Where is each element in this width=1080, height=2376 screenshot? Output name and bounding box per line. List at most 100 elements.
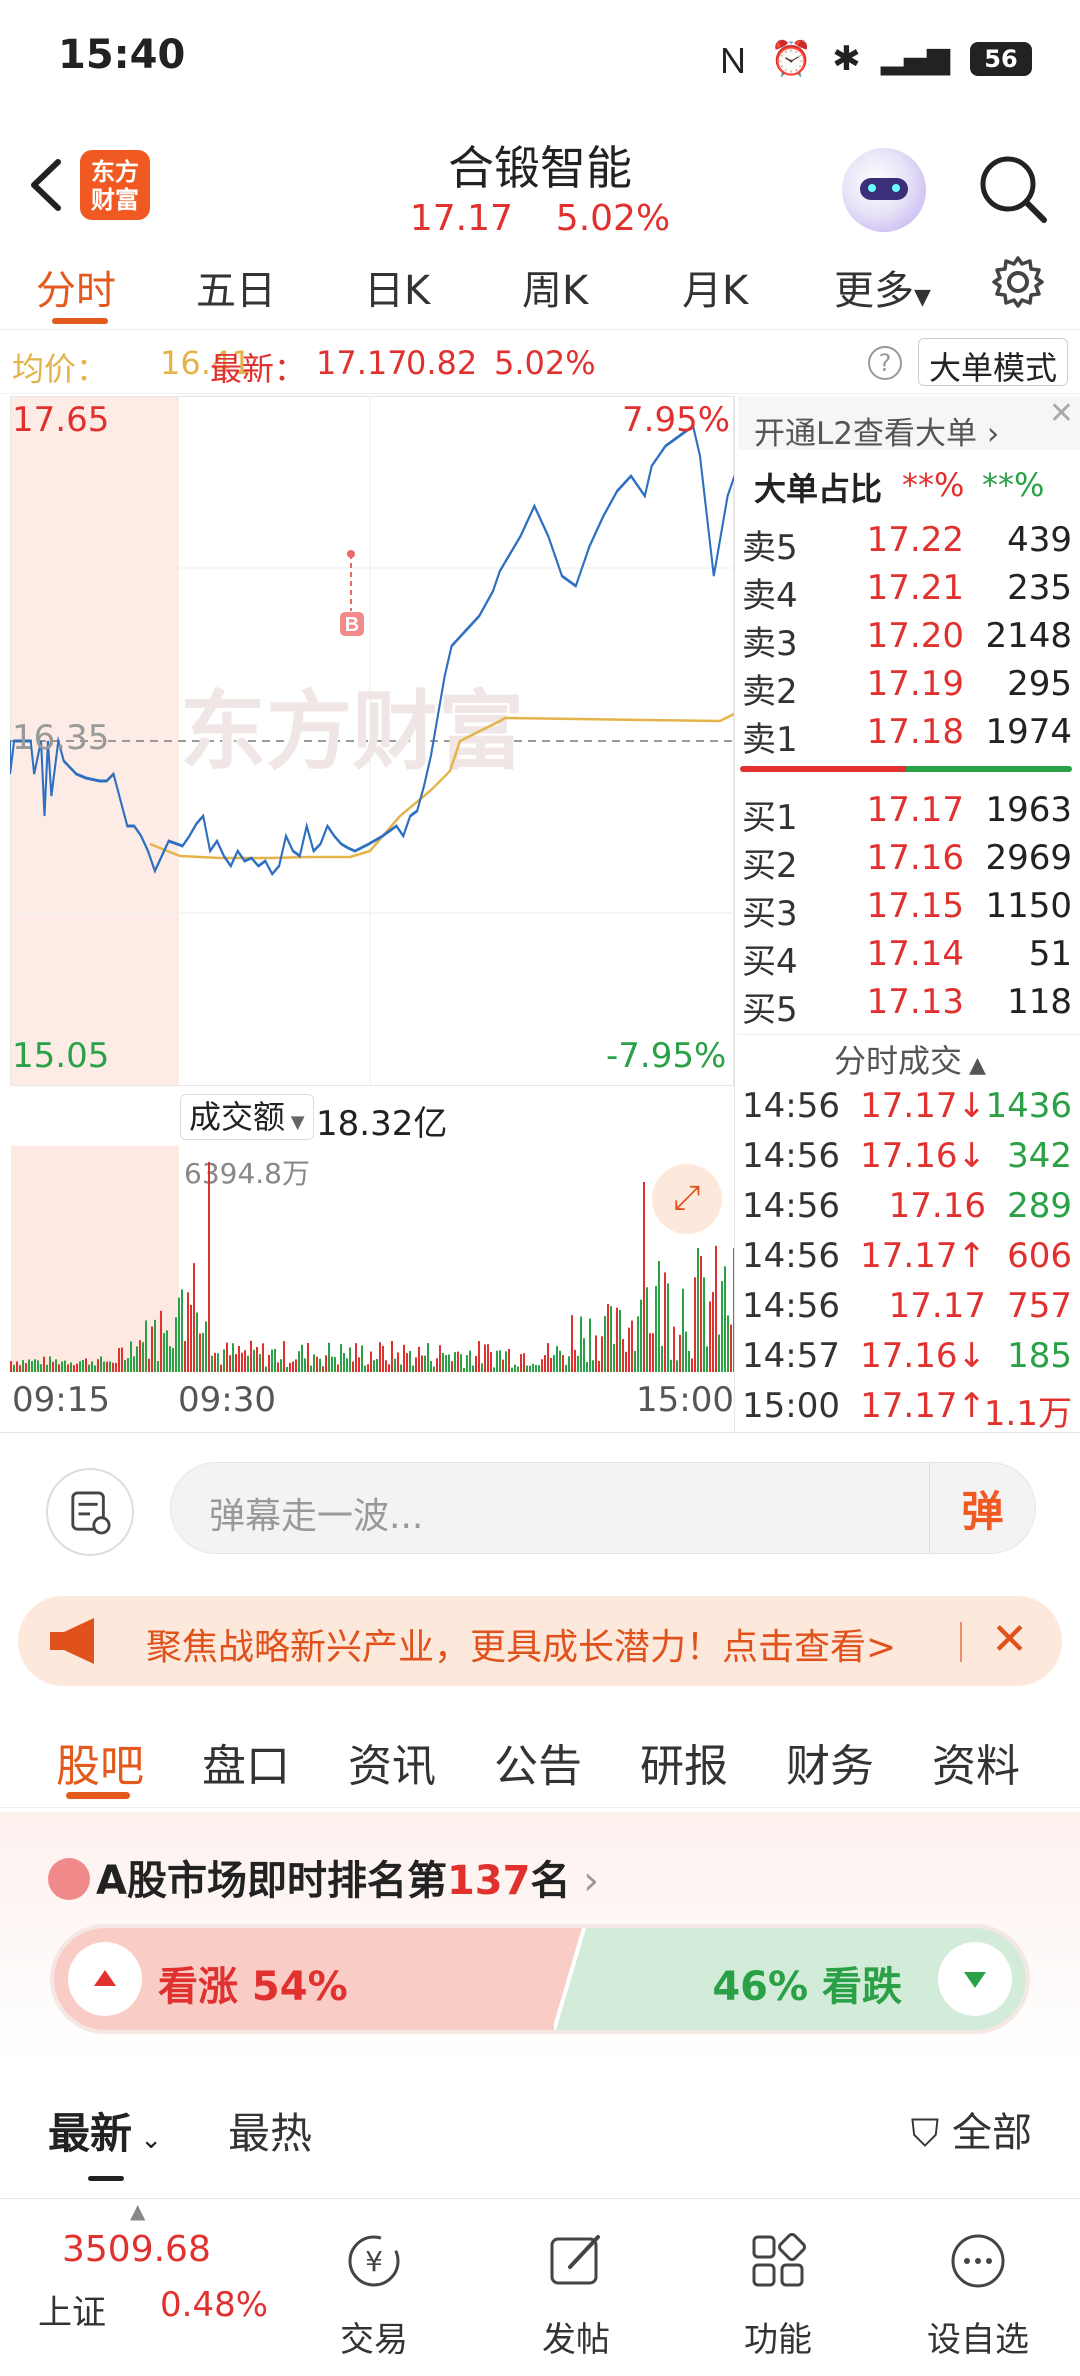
filter-button[interactable]: ⛉ 全部 [911,2100,1032,2158]
dropdown-arrow-icon: ▼ [914,285,931,310]
settings-gear-icon[interactable] [990,254,1046,310]
volume-bar [70,1362,72,1372]
volume-bar [130,1341,132,1372]
nav-trade[interactable]: ¥ 交易 [314,2229,434,2361]
tab-news[interactable]: 资讯 [348,1730,436,1794]
danmaku-settings-icon[interactable] [46,1468,134,1556]
index-change: 0.48% [160,2285,269,2325]
volume-bar [313,1354,315,1372]
buy-marker-label: B [345,614,359,636]
expand-icon[interactable]: ⤢ [652,1164,722,1234]
tab-intraday[interactable]: 分时 [36,258,116,316]
more-dots-icon [951,2234,1005,2288]
volume-bar [184,1341,186,1372]
status-time: 15:40 [58,32,186,78]
volume-bar [715,1245,717,1372]
tab-monthly-k[interactable]: 月K [682,258,748,316]
l2-promo[interactable]: 开通L2查看大单 › ✕ [738,396,1080,452]
volume-bar [253,1349,255,1372]
volume-bar [718,1334,720,1372]
tab-profile[interactable]: 资料 [932,1730,1020,1794]
volume-bar [499,1350,501,1372]
tab-daily-k[interactable]: 日K [364,258,430,316]
volume-bar [460,1354,462,1372]
volume-bar [529,1365,531,1372]
volume-bar [475,1355,477,1372]
index-value[interactable]: 3509.68 [62,2229,211,2270]
status-icons: Ｎ ⏰ ✱ ▂▄▆ 56 [716,34,1032,83]
index-name: 上证 [38,2293,106,2333]
assistant-robot-icon[interactable] [842,148,926,232]
volume-bar [697,1248,699,1372]
volume-bar [400,1364,402,1372]
tab-five-day[interactable]: 五日 [196,258,276,316]
nav-add-watchlist[interactable]: 设自选 [918,2229,1038,2361]
volume-bar [97,1359,99,1372]
active-tab-underline [52,318,108,324]
time-label-open: 09:30 [178,1380,276,1420]
vote-down-button[interactable] [938,1942,1012,2016]
volume-bar [496,1350,498,1372]
volume-bar [607,1304,609,1372]
volume-bar [619,1309,621,1372]
volume-bar [49,1356,51,1372]
volume-bar [463,1367,465,1372]
volume-bar [169,1346,171,1372]
tab-forum[interactable]: 股吧 [56,1730,144,1794]
tab-research[interactable]: 研报 [640,1730,728,1794]
tab-announcements[interactable]: 公告 [494,1730,582,1794]
volume-bar [409,1350,411,1372]
volume-bar [421,1355,423,1372]
help-icon[interactable]: ? [868,346,902,380]
nav-functions[interactable]: 功能 [718,2229,838,2361]
trades-title[interactable]: 分时成交 ▲ [834,1036,986,1082]
volume-bar [46,1364,48,1372]
volume-bar [361,1345,363,1372]
market-ranking[interactable]: A股市场即时排名第137名 › [48,1848,599,1906]
nav-post[interactable]: 发帖 [516,2229,636,2361]
volume-bar [91,1361,93,1372]
danmaku-input[interactable]: 弹幕走一波... 弹 [170,1462,1036,1554]
volume-bar [235,1354,237,1372]
volume-bar [85,1358,87,1372]
tab-finance[interactable]: 财务 [786,1730,874,1794]
volume-bar [652,1333,654,1372]
promo-banner[interactable]: 聚焦战略新兴产业，更具成长潜力！点击查看> ✕ [18,1596,1062,1686]
big-order-ratio-label: 大单占比 [754,470,883,508]
volume-bar [457,1351,459,1372]
volume-bar [349,1347,351,1372]
tab-weekly-k[interactable]: 周K [522,258,588,316]
alarm-icon: ⏰ [769,38,813,79]
volume-bar [154,1319,156,1372]
sort-hot[interactable]: 最热 [228,2100,312,2161]
volume-bar [568,1356,570,1372]
latest-value: 17.17 [316,344,408,382]
volume-bar [187,1292,189,1372]
search-icon[interactable] [976,152,1050,226]
vote-up-button[interactable] [68,1942,142,2016]
tab-more[interactable]: 更多▼ [834,258,931,316]
volume-bar [202,1332,204,1372]
volume-bar [205,1321,207,1372]
volume-bar [220,1364,222,1372]
volume-bar [208,1162,210,1372]
volume-metric-selector[interactable]: 成交额 ▼ [180,1094,314,1140]
close-icon[interactable]: ✕ [991,1614,1028,1665]
volume-bar [379,1342,381,1372]
close-icon[interactable]: ✕ [1049,396,1074,431]
volume-bar [394,1358,396,1372]
edit-post-icon [550,2235,600,2285]
sort-latest[interactable]: 最新 ⌄ [48,2100,162,2161]
volume-bar [604,1316,606,1372]
big-order-mode-button[interactable]: 大单模式 [917,338,1068,387]
volume-bar [109,1361,111,1372]
danmaku-send-button[interactable]: 弹 [929,1463,1035,1553]
volume-bar [472,1365,474,1372]
volume-bar [427,1343,429,1372]
volume-bar [163,1333,165,1372]
volume-bar [250,1340,252,1372]
volume-bar [691,1358,693,1372]
volume-bar [673,1326,675,1372]
stock-change-pct: 5.02% [555,198,671,239]
tab-market[interactable]: 盘口 [202,1730,290,1794]
